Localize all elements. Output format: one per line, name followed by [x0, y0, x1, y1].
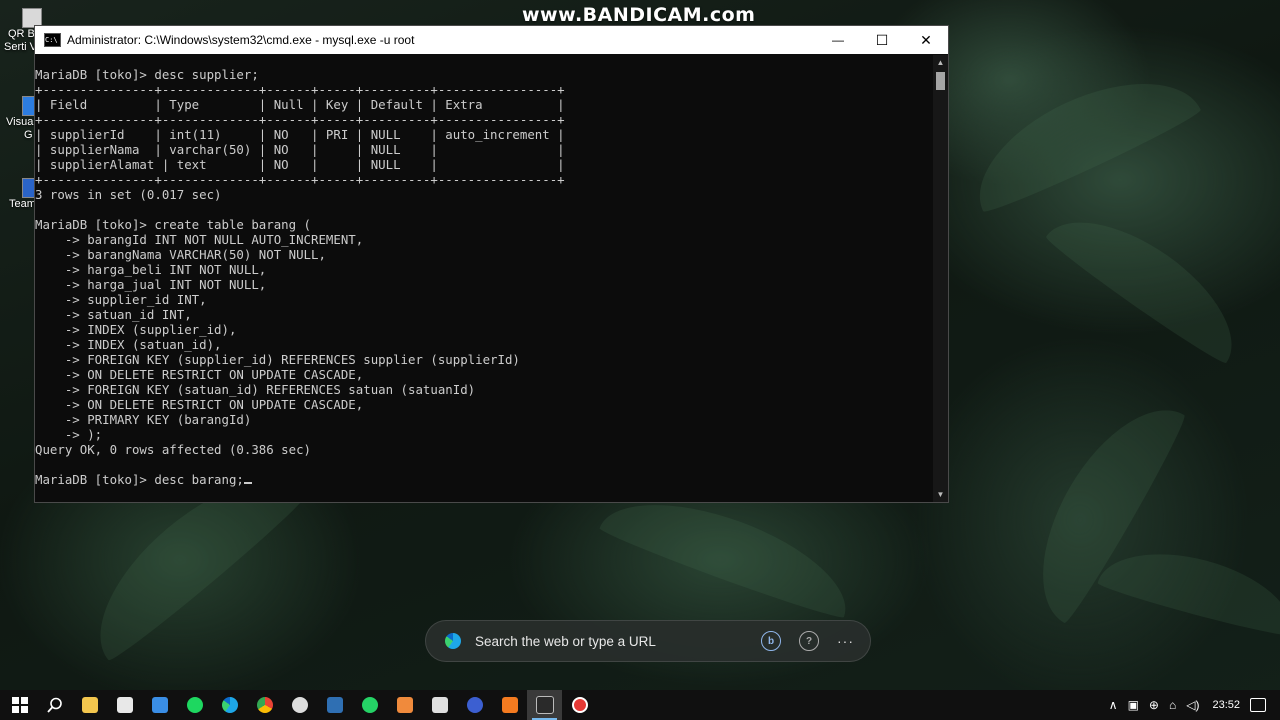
network-icon[interactable]: ⌂: [1169, 698, 1176, 712]
xampp-icon: [501, 697, 518, 713]
taskbar-xampp[interactable]: [492, 690, 527, 720]
bandicam-watermark: www.BANDICAM.com: [522, 4, 756, 26]
taskbar-mail[interactable]: [142, 690, 177, 720]
start-button[interactable]: [2, 690, 37, 720]
bing-icon[interactable]: b: [761, 631, 781, 651]
taskbar-photoshop[interactable]: [317, 690, 352, 720]
record-icon: [571, 697, 588, 713]
wallpaper-leaf: [956, 52, 1204, 218]
taskbar-bandicam[interactable]: [562, 690, 597, 720]
spotify-icon: [186, 697, 203, 713]
wallpaper-leaf: [1096, 535, 1280, 640]
text-cursor: [243, 482, 252, 484]
scrollbar-thumb[interactable]: [936, 72, 945, 90]
taskbar-whatsapp[interactable]: [352, 690, 387, 720]
search-button[interactable]: [37, 690, 72, 720]
wallpaper-leaf: [1042, 192, 1258, 368]
maximize-button[interactable]: ☐: [860, 26, 904, 54]
help-icon[interactable]: ?: [799, 631, 819, 651]
search-placeholder: Search the web or type a URL: [475, 633, 656, 649]
photoshop-icon: [326, 697, 343, 713]
taskbar-inkscape[interactable]: [282, 690, 317, 720]
taskbar-browser[interactable]: [457, 690, 492, 720]
scroll-up-icon[interactable]: ▲: [933, 55, 948, 70]
taskbar: ∧ ▣ ⊕ ⌂ ◁) 23:52: [0, 690, 1280, 720]
window-title: Administrator: C:\Windows\system32\cmd.e…: [67, 33, 415, 47]
maximize-icon: ☐: [875, 31, 889, 48]
taskbar-calculator-app[interactable]: [107, 690, 142, 720]
close-button[interactable]: ✕: [904, 26, 948, 54]
mail-icon: [151, 697, 168, 713]
language-icon[interactable]: ⊕: [1149, 698, 1159, 712]
taskbar-app-orange[interactable]: [387, 690, 422, 720]
cmd-icon: C:\: [44, 33, 61, 47]
tray-chevron-icon[interactable]: ∧: [1109, 698, 1118, 712]
close-icon: ✕: [920, 31, 932, 48]
search-icon: [46, 697, 62, 713]
windows-icon: [11, 697, 28, 713]
taskbar-notepad[interactable]: [422, 690, 457, 720]
app-icon: [396, 697, 413, 713]
minimize-icon: —: [832, 33, 844, 47]
app-tray-icon[interactable]: ▣: [1128, 698, 1139, 712]
taskbar-chrome[interactable]: [247, 690, 282, 720]
folder-icon: [81, 697, 98, 713]
calculator-icon: [116, 697, 133, 713]
browser-icon: [466, 697, 483, 713]
notifications-icon[interactable]: [1250, 698, 1266, 712]
taskbar-spotify[interactable]: [177, 690, 212, 720]
scroll-down-icon[interactable]: ▼: [933, 487, 948, 502]
edge-icon: [445, 633, 461, 649]
notepad-icon: [431, 697, 448, 713]
clock-time[interactable]: 23:52: [1212, 699, 1240, 711]
edge-search-bar[interactable]: Search the web or type a URL b ? ···: [425, 620, 871, 662]
taskbar-file-explorer[interactable]: [72, 690, 107, 720]
window-titlebar[interactable]: C:\ Administrator: C:\Windows\system32\c…: [35, 26, 948, 54]
taskbar-edge[interactable]: [212, 690, 247, 720]
vertical-scrollbar[interactable]: ▲ ▼: [933, 55, 948, 502]
minimize-button[interactable]: —: [816, 26, 860, 54]
cmd-window[interactable]: C:\ Administrator: C:\Windows\system32\c…: [34, 25, 949, 503]
taskbar-cmd[interactable]: [527, 690, 562, 720]
inkscape-icon: [291, 697, 308, 713]
volume-icon[interactable]: ◁): [1186, 698, 1199, 712]
more-options-icon[interactable]: ···: [837, 633, 854, 649]
console-output[interactable]: MariaDB [toko]> desc supplier; +--------…: [35, 55, 934, 501]
whatsapp-icon: [361, 697, 378, 713]
edge-icon: [221, 697, 238, 713]
system-tray: ∧ ▣ ⊕ ⌂ ◁) 23:52: [1104, 690, 1280, 720]
chrome-icon: [256, 697, 273, 713]
console-text: MariaDB [toko]> desc supplier; +--------…: [35, 67, 565, 487]
cmd-icon: [535, 696, 554, 714]
